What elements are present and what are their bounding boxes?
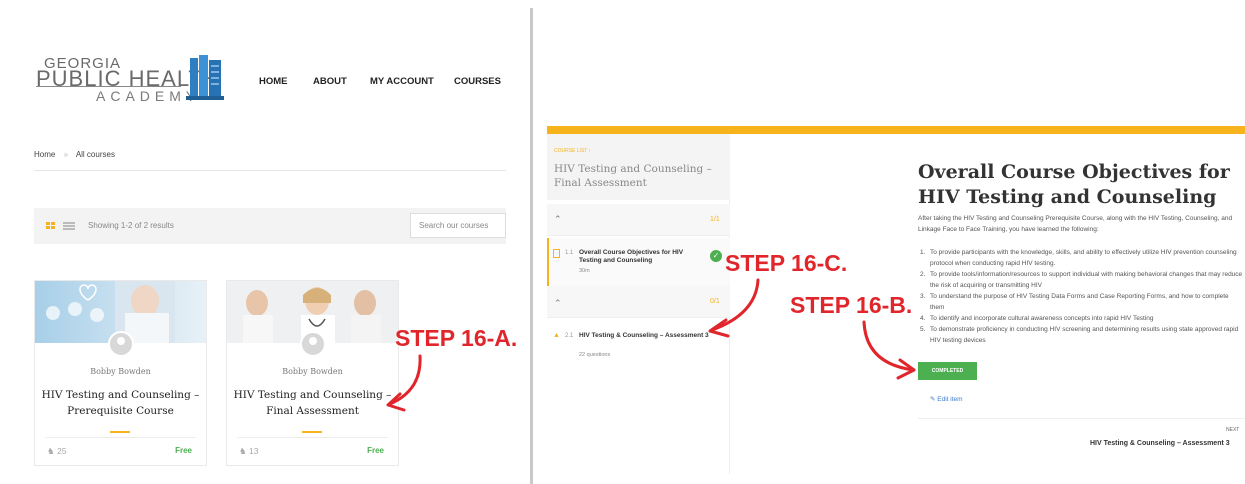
item-title[interactable]: HIV Testing & Counseling – Assessment 3 [579,332,709,340]
objective-text: To demonstrate proficiency in conducting… [930,326,1239,344]
edit-icon: ✎ [930,396,936,403]
lesson-intro: After taking the HIV Testing and Counsel… [918,215,1233,233]
student-count-value: 13 [249,446,259,456]
section-progress: 1/1 [710,216,720,223]
breadcrumb-current: All courses [75,150,115,159]
student-count-value: 25 [57,446,67,456]
objective-item: 4. To identify and incorporate cultural a… [920,315,1154,322]
nav-courses[interactable]: COURSES [454,76,501,87]
item-question-count: 22 questions [579,352,611,358]
search-placeholder: Search our courses [419,221,489,230]
panel-divider [530,8,533,484]
accent-bar [110,431,130,433]
objective-text: To identify and incorporate cultural awa… [930,315,1154,322]
chevron-up-icon[interactable]: ⌃ [554,214,562,225]
objective-item: 3. To understand the purpose of HIV Testi… [920,293,1229,311]
check-circle-icon: ✓ [710,250,722,262]
edit-item-link[interactable]: ✎ Edit item [930,395,963,403]
nav-about[interactable]: ABOUT [313,76,347,87]
divider [34,170,506,171]
divider [45,437,196,438]
curriculum-section[interactable] [547,204,730,236]
course-list-label: COURSE LIST [554,148,588,154]
objective-item: 5. To demonstrate proficiency in conducti… [920,326,1239,344]
step-16c-label: STEP 16-C. [725,250,848,276]
student-count: ♞ 13 [239,446,258,457]
objective-text: To understand the purpose of HIV Testing… [930,293,1229,311]
course-price: Free [367,446,384,455]
objective-item: 1. To provide participants with the knowl… [920,249,1237,267]
breadcrumb-home[interactable]: Home [34,150,55,159]
course-title[interactable]: HIV Testing and Counseling – Prerequisit… [39,387,202,419]
item-title[interactable]: Overall Course Objectives for HIV Testin… [579,249,694,265]
chevron-right-icon: › [588,148,591,154]
list-view-icon[interactable] [63,222,75,230]
item-number: 1.1 [565,250,574,256]
objective-text: To provide tools/information/resources t… [930,271,1243,289]
grid-view-icon[interactable] [46,222,56,230]
course-price: Free [175,446,192,455]
step-16b-label: STEP 16-B. [790,292,913,318]
quiz-icon: ▲ [553,332,560,339]
course-author: Bobby Bowden [90,367,151,376]
breadcrumb: Home » All courses [34,150,115,159]
course-card[interactable]: Bobby Bowden HIV Testing and Counseling … [226,280,399,466]
course-author: Bobby Bowden [282,367,343,376]
next-label: NEXT [1226,427,1240,433]
objective-item: 2. To provide tools/information/resources… [920,271,1243,289]
left-panel: GEORGIA PUBLIC HEALTH ACADEMY HOME ABOUT… [0,0,530,484]
accent-bar [302,431,322,433]
next-item-link[interactable]: HIV Testing & Counseling – Assessment 3 [1090,440,1230,447]
user-avatar-icon [300,331,326,357]
students-icon: ♞ [239,446,247,456]
item-duration: 30m [579,268,590,274]
step-16a-arrow [386,354,422,412]
nav-my-account[interactable]: MY ACCOUNT [370,76,434,87]
document-icon [553,249,560,258]
step-16c-arrow [708,278,760,338]
step-16a-label: STEP 16-A. [395,325,518,351]
students-icon: ♞ [47,446,55,456]
logo-rule [36,86,181,87]
divider [918,418,1245,419]
breadcrumb-separator: » [63,150,69,159]
course-header-bar [547,126,1245,134]
book-icon [186,55,224,100]
edit-item-label: Edit item [937,396,963,403]
course-title[interactable]: HIV Testing and Counseling – Final Asses… [231,387,394,419]
objective-text: To provide participants with the knowled… [930,249,1237,267]
lesson-title: Overall Course Objectives for HIV Testin… [918,161,1230,208]
sidebar-course-title: HIV Testing and Counseling – Final Asses… [554,163,712,189]
course-search-input[interactable]: Search our courses [410,213,506,238]
user-avatar-icon [108,331,134,357]
completed-button[interactable]: COMPLETED [918,362,977,380]
step-16b-arrow [862,320,916,380]
divider [237,437,388,438]
nav-home[interactable]: HOME [259,76,288,87]
objectives-list: 1. To provide participants with the knowl… [918,247,1244,346]
student-count: ♞ 25 [47,446,66,457]
course-list-link[interactable]: COURSE LIST › [554,148,590,154]
course-card[interactable]: Bobby Bowden HIV Testing and Counseling … [34,280,207,466]
results-count: Showing 1-2 of 2 results [88,221,174,230]
item-number: 2.1 [565,333,574,339]
chevron-up-icon[interactable]: ⌃ [554,298,562,309]
